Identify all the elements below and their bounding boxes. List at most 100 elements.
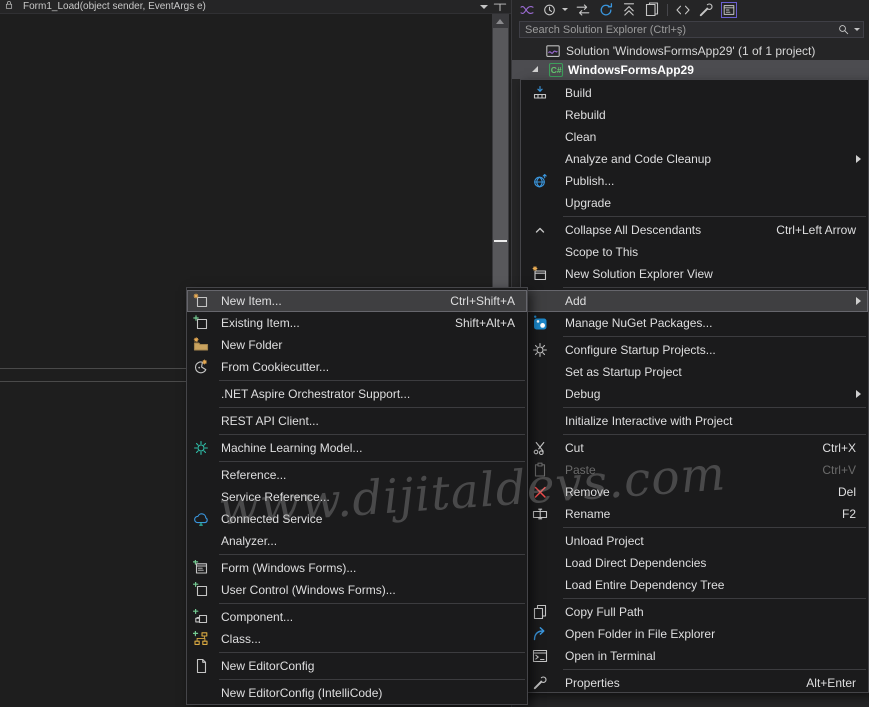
solution-explorer-toolbar bbox=[512, 0, 869, 19]
submenu-item-connected-service[interactable]: Connected Service bbox=[187, 508, 527, 530]
chevron-down-icon[interactable] bbox=[854, 28, 860, 31]
cookiecutter-icon bbox=[190, 359, 212, 375]
menu-item-build[interactable]: Build bbox=[521, 82, 868, 104]
menu-item-open-in-terminal[interactable]: Open in Terminal bbox=[521, 645, 868, 667]
menu-item-open-folder-in-file-explorer[interactable]: Open Folder in File Explorer bbox=[521, 623, 868, 645]
menu-item-paste[interactable]: PasteCtrl+V bbox=[521, 459, 868, 481]
menu-item-rebuild[interactable]: Rebuild bbox=[521, 104, 868, 126]
menu-separator bbox=[563, 287, 866, 288]
menu-item-label: Configure Startup Projects... bbox=[565, 343, 716, 357]
menu-item-label: Rename bbox=[565, 507, 610, 521]
search-box bbox=[519, 21, 864, 38]
submenu-item-analyzer[interactable]: Analyzer... bbox=[187, 530, 527, 552]
refresh-icon[interactable] bbox=[598, 2, 614, 18]
menu-item-debug[interactable]: Debug bbox=[521, 383, 868, 405]
menu-item-rename[interactable]: RenameF2 bbox=[521, 503, 868, 525]
project-context-menu: BuildRebuildCleanAnalyze and Code Cleanu… bbox=[520, 79, 869, 693]
menu-item-label: REST API Client... bbox=[221, 414, 319, 428]
search-icon[interactable] bbox=[835, 22, 851, 38]
history-clock-icon[interactable] bbox=[542, 2, 558, 18]
expand-arrow-icon[interactable] bbox=[528, 62, 544, 78]
submenu-item-form-windows-forms[interactable]: Form (Windows Forms)... bbox=[187, 557, 527, 579]
new-folder-icon bbox=[190, 337, 212, 353]
rename-icon bbox=[529, 506, 551, 522]
submenu-item-reference[interactable]: Reference... bbox=[187, 464, 527, 486]
caret-position-marker bbox=[494, 240, 507, 242]
sync-icon[interactable] bbox=[575, 2, 591, 18]
menu-separator bbox=[563, 407, 866, 408]
editor-scrollbar[interactable] bbox=[492, 14, 509, 292]
lock-icon bbox=[3, 0, 19, 15]
submenu-item-net-aspire-orchestrator-support[interactable]: .NET Aspire Orchestrator Support... bbox=[187, 383, 527, 405]
search-input[interactable] bbox=[525, 24, 835, 36]
menu-item-cut[interactable]: CutCtrl+X bbox=[521, 437, 868, 459]
menu-item-unload-project[interactable]: Unload Project bbox=[521, 530, 868, 552]
submenu-item-service-reference[interactable]: Service Reference... bbox=[187, 486, 527, 508]
menu-item-publish[interactable]: Publish... bbox=[521, 170, 868, 192]
menu-item-label: User Control (Windows Forms)... bbox=[221, 583, 396, 597]
tree-row-project-selected[interactable]: C# WindowsFormsApp29 bbox=[512, 60, 869, 79]
menu-item-label: Form (Windows Forms)... bbox=[221, 561, 356, 575]
menu-separator bbox=[563, 527, 866, 528]
submenu-item-component[interactable]: Component... bbox=[187, 606, 527, 628]
submenu-item-new-item[interactable]: New Item...Ctrl+Shift+A bbox=[187, 290, 527, 312]
user-control-icon bbox=[190, 582, 212, 598]
menu-separator bbox=[563, 598, 866, 599]
preview-icon[interactable] bbox=[721, 2, 737, 18]
submenu-item-user-control-windows-forms[interactable]: User Control (Windows Forms)... bbox=[187, 579, 527, 601]
menu-item-label: Class... bbox=[221, 632, 261, 646]
submenu-item-machine-learning-model[interactable]: Machine Learning Model... bbox=[187, 437, 527, 459]
menu-item-load-direct-dependencies[interactable]: Load Direct Dependencies bbox=[521, 552, 868, 574]
no-icon bbox=[529, 533, 551, 549]
menu-item-configure-startup-projects[interactable]: Configure Startup Projects... bbox=[521, 339, 868, 361]
submenu-item-new-folder[interactable]: New Folder bbox=[187, 334, 527, 356]
menu-item-manage-nuget-packages[interactable]: Manage NuGet Packages... bbox=[521, 312, 868, 334]
menu-item-label: Load Entire Dependency Tree bbox=[565, 578, 724, 592]
menu-separator bbox=[563, 336, 866, 337]
menu-item-add[interactable]: Add bbox=[521, 290, 868, 312]
chevron-down-icon[interactable] bbox=[480, 5, 488, 9]
menu-item-set-as-startup-project[interactable]: Set as Startup Project bbox=[521, 361, 868, 383]
menu-item-new-solution-explorer-view[interactable]: New Solution Explorer View bbox=[521, 263, 868, 285]
menu-item-upgrade[interactable]: Upgrade bbox=[521, 192, 868, 214]
menu-item-analyze-and-code-cleanup[interactable]: Analyze and Code Cleanup bbox=[521, 148, 868, 170]
submenu-item-rest-api-client[interactable]: REST API Client... bbox=[187, 410, 527, 432]
no-icon bbox=[190, 413, 212, 429]
menu-separator bbox=[219, 407, 525, 408]
collapse-all-icon[interactable] bbox=[621, 2, 637, 18]
editor-splitter-icon[interactable] bbox=[493, 1, 509, 13]
menu-separator bbox=[219, 652, 525, 653]
menu-item-properties[interactable]: PropertiesAlt+Enter bbox=[521, 672, 868, 694]
scrollbar-thumb[interactable] bbox=[493, 28, 508, 287]
menu-separator bbox=[563, 434, 866, 435]
menu-item-remove[interactable]: RemoveDel bbox=[521, 481, 868, 503]
menu-item-load-entire-dependency-tree[interactable]: Load Entire Dependency Tree bbox=[521, 574, 868, 596]
menu-item-collapse-all-descendants[interactable]: Collapse All DescendantsCtrl+Left Arrow bbox=[521, 219, 868, 241]
submenu-item-new-editorconfig-intellicode[interactable]: New EditorConfig (IntelliCode) bbox=[187, 682, 527, 704]
scroll-up-icon[interactable] bbox=[496, 19, 504, 24]
code-view-icon[interactable] bbox=[675, 2, 691, 18]
show-all-files-icon[interactable] bbox=[644, 2, 660, 18]
chevron-down-icon[interactable] bbox=[562, 8, 568, 11]
menu-item-copy-full-path[interactable]: Copy Full Path bbox=[521, 601, 868, 623]
vs-home-icon[interactable] bbox=[519, 2, 535, 18]
no-icon bbox=[190, 533, 212, 549]
submenu-item-existing-item[interactable]: Existing Item...Shift+Alt+A bbox=[187, 312, 527, 334]
menu-separator bbox=[219, 461, 525, 462]
submenu-item-class[interactable]: Class... bbox=[187, 628, 527, 650]
document-icon bbox=[190, 658, 212, 674]
wrench-icon[interactable] bbox=[698, 2, 714, 18]
ml-model-icon bbox=[190, 440, 212, 456]
open-folder-icon bbox=[529, 626, 551, 642]
navbar-member-text[interactable]: Form1_Load(object sender, EventArgs e) bbox=[23, 1, 206, 12]
menu-item-label: From Cookiecutter... bbox=[221, 360, 329, 374]
submenu-item-from-cookiecutter[interactable]: From Cookiecutter... bbox=[187, 356, 527, 378]
menu-item-initialize-interactive-with-project[interactable]: Initialize Interactive with Project bbox=[521, 410, 868, 432]
menu-item-label: Add bbox=[565, 294, 586, 308]
menu-item-label: Unload Project bbox=[565, 534, 644, 548]
menu-item-clean[interactable]: Clean bbox=[521, 126, 868, 148]
tree-row-solution[interactable]: Solution 'WindowsFormsApp29' (1 of 1 pro… bbox=[512, 41, 869, 60]
menu-item-scope-to-this[interactable]: Scope to This bbox=[521, 241, 868, 263]
add-submenu: New Item...Ctrl+Shift+AExisting Item...S… bbox=[186, 287, 528, 705]
submenu-item-new-editorconfig[interactable]: New EditorConfig bbox=[187, 655, 527, 677]
